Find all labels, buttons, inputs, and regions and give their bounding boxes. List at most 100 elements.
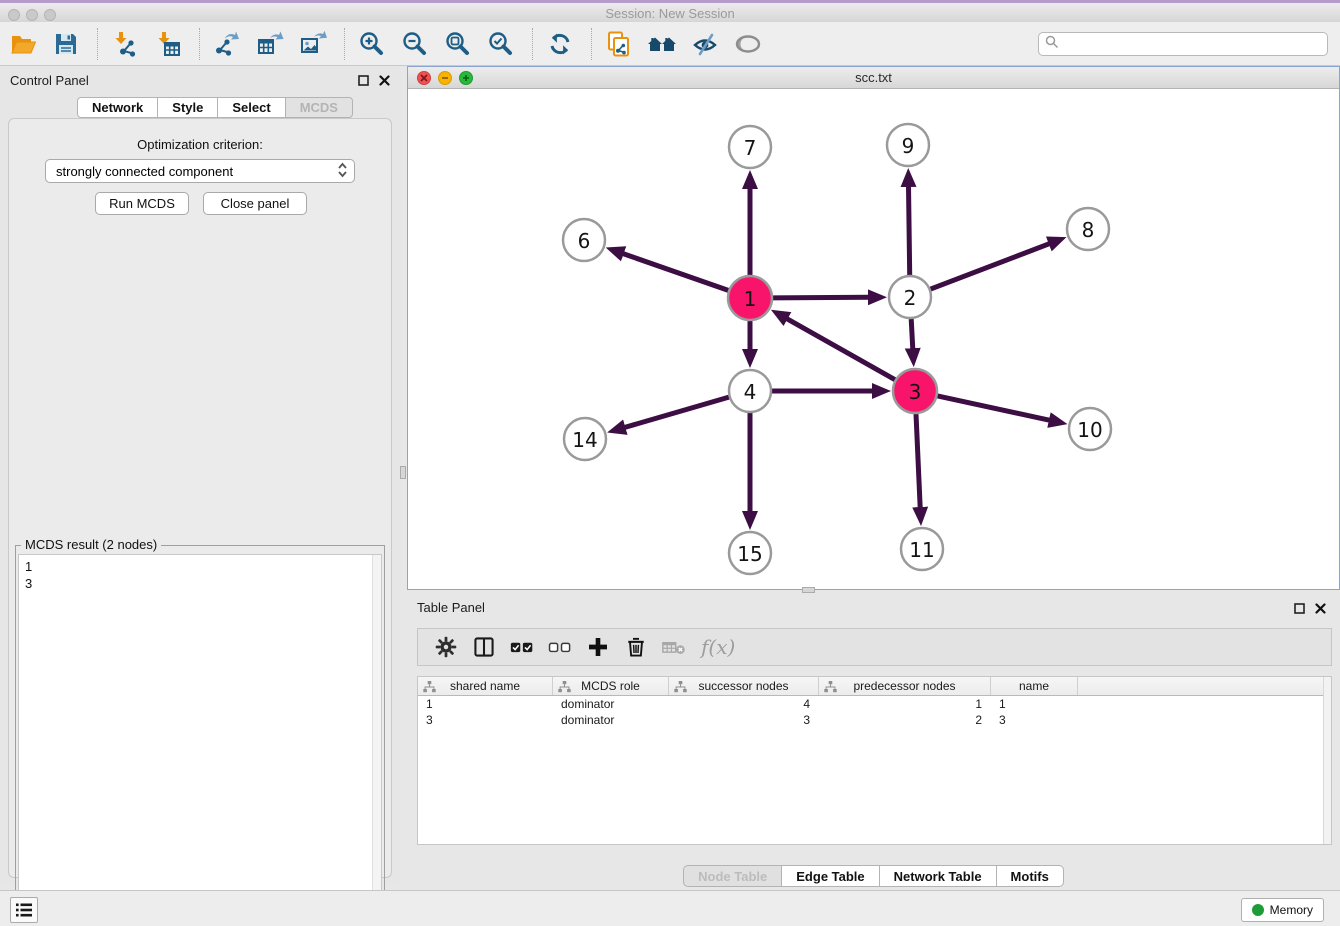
graph-edge-3-1[interactable] [787,319,895,380]
graph-node-9[interactable]: 9 [887,124,929,166]
graph-edge-3-10[interactable] [938,396,1050,420]
export-network-icon[interactable] [212,29,242,59]
graph-edge-1-6[interactable] [623,254,729,291]
table-row[interactable]: 3 dominator 3 2 3 [418,712,1331,728]
mcds-result-list[interactable]: 1 3 [18,554,382,920]
column-header-mcds-role[interactable]: MCDS role [553,677,669,695]
refresh-icon[interactable] [545,29,575,59]
cell-mcds-role[interactable]: dominator [553,696,669,712]
zoom-out-icon[interactable] [400,29,430,59]
graph-node-14[interactable]: 14 [564,418,606,460]
cell-name[interactable]: 1 [991,696,1078,712]
export-table-icon[interactable] [255,29,285,59]
eye-icon[interactable] [733,29,763,59]
panel-splitter-handle[interactable] [400,466,406,479]
home-icon[interactable] [647,29,677,59]
mcds-panel: Optimization criterion: strongly connect… [8,118,392,878]
memory-label: Memory [1270,903,1313,917]
table-scrollbar[interactable] [1323,677,1331,844]
import-table-icon[interactable] [153,29,183,59]
float-table-panel-icon[interactable] [1294,601,1305,619]
cell-mcds-role[interactable]: dominator [553,712,669,728]
tree-icon [824,681,837,696]
column-header-name[interactable]: name [991,677,1078,695]
graph-edge-2-3[interactable] [911,319,913,349]
toggle-labels-icon[interactable] [690,29,720,59]
tab-motifs[interactable]: Motifs [997,865,1064,887]
graph-edge-1-2[interactable] [773,297,869,298]
zoom-fit-icon[interactable] [443,29,473,59]
zoom-in-icon[interactable] [357,29,387,59]
cell-shared-name[interactable]: 1 [418,696,553,712]
cell-name[interactable]: 3 [991,712,1078,728]
svg-text:6: 6 [578,229,591,253]
delete-table-icon[interactable] [659,632,689,662]
gear-icon[interactable] [431,632,461,662]
graph-node-15[interactable]: 15 [729,532,771,574]
window-splitter-handle[interactable] [802,587,815,593]
tab-select[interactable]: Select [218,97,285,118]
svg-text:1: 1 [744,287,757,311]
close-table-panel-icon[interactable] [1315,601,1326,619]
duplicate-network-icon[interactable] [604,29,634,59]
graph-node-10[interactable]: 10 [1069,408,1111,450]
search-input[interactable] [1059,34,1327,54]
close-panel-icon[interactable] [379,73,390,91]
network-canvas[interactable]: 7 9 6 8 1 2 4 3 14 10 15 11 [408,89,1338,589]
tab-mcds[interactable]: MCDS [286,97,353,118]
graph-edge-2-8[interactable] [931,244,1050,290]
graph-node-2[interactable]: 2 [889,276,931,318]
tab-style[interactable]: Style [158,97,218,118]
graph-node-6[interactable]: 6 [563,219,605,261]
cell-shared-name[interactable]: 3 [418,712,553,728]
memory-button[interactable]: Memory [1241,898,1324,922]
export-image-icon[interactable] [298,29,328,59]
graph-node-3[interactable]: 3 [893,369,937,413]
graph-node-1[interactable]: 1 [728,276,772,320]
run-mcds-button[interactable]: Run MCDS [95,192,189,215]
column-header-shared-name[interactable]: shared name [418,677,553,695]
table-tabs: Node Table Edge Table Network Table Moti… [407,865,1340,887]
cell-predecessor-nodes[interactable]: 2 [819,712,991,728]
graph-node-4[interactable]: 4 [729,370,771,412]
cell-predecessor-nodes[interactable]: 1 [819,696,991,712]
svg-text:15: 15 [737,542,762,566]
import-network-icon[interactable] [110,29,140,59]
save-session-icon[interactable] [51,29,81,59]
open-session-icon[interactable] [8,29,38,59]
result-line: 1 [25,558,381,575]
float-panel-icon[interactable] [358,73,369,91]
network-view-window: scc.txt 7 9 6 8 1 2 4 3 14 10 15 11 [407,66,1340,590]
split-column-icon[interactable] [469,632,499,662]
graph-node-8[interactable]: 8 [1067,208,1109,250]
criterion-dropdown[interactable]: strongly connected component [45,159,355,183]
deselect-all-icon[interactable] [545,632,575,662]
graph-edge-4-14[interactable] [624,397,729,427]
control-panel: Control Panel Network Style Select MCDS … [0,66,400,882]
tab-network[interactable]: Network [77,97,158,118]
cell-successor-nodes[interactable]: 3 [669,712,819,728]
tab-network-table[interactable]: Network Table [880,865,997,887]
close-panel-button[interactable]: Close panel [203,192,307,215]
zoom-selected-icon[interactable] [486,29,516,59]
graph-edge-2-9[interactable] [909,186,910,275]
network-window-titlebar[interactable]: scc.txt [408,67,1339,89]
delete-icon[interactable] [621,632,651,662]
graph-node-7[interactable]: 7 [729,126,771,168]
cell-successor-nodes[interactable]: 4 [669,696,819,712]
mcds-result-group: MCDS result (2 nodes) 1 3 [15,545,385,923]
tab-node-table[interactable]: Node Table [683,865,782,887]
function-builder-icon[interactable]: f(x) [701,635,735,659]
graph-node-11[interactable]: 11 [901,528,943,570]
column-header-successor-nodes[interactable]: successor nodes [669,677,819,695]
add-column-icon[interactable] [583,632,613,662]
select-all-icon[interactable] [507,632,537,662]
table-row[interactable]: 1 dominator 4 1 1 [418,696,1331,712]
result-scrollbar[interactable] [372,555,381,919]
tab-edge-table[interactable]: Edge Table [782,865,879,887]
search-box[interactable] [1038,32,1328,56]
graph-edge-3-11[interactable] [916,414,920,508]
column-header-predecessor-nodes[interactable]: predecessor nodes [819,677,991,695]
list-icon [15,902,33,918]
task-history-button[interactable] [10,897,38,923]
